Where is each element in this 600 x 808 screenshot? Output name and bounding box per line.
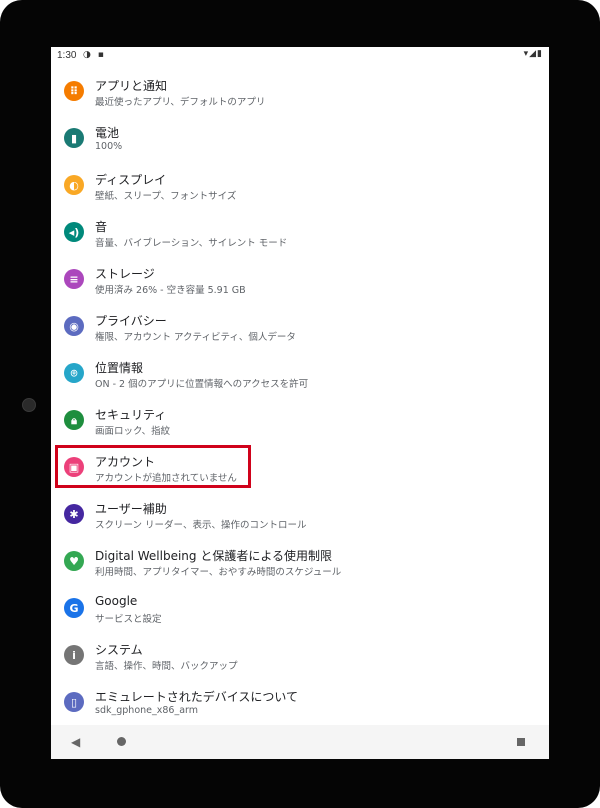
settings-item[interactable]: G Google サービスと設定 xyxy=(51,588,549,635)
tablet-frame: 1:30 ◑ ▪ ▾◢▮ ⠿ アプリと通知最近使ったアプリ、デフォルトのアプリ ▮ 電… xyxy=(0,0,600,808)
settings-item-title: Digital Wellbeing と保護者による使用制限 xyxy=(95,549,332,563)
settings-item-title: システム xyxy=(95,643,143,657)
device-icon: ▯ xyxy=(64,692,84,712)
volume-icon: ◂) xyxy=(64,222,84,242)
status-bar: 1:30 ◑ ▪ ▾◢▮ xyxy=(51,47,549,65)
settings-item-subtitle: スクリーン リーダー、表示、操作のコントロール xyxy=(95,520,307,531)
recents-button[interactable] xyxy=(517,738,525,746)
wellbeing-icon: ♥ xyxy=(64,551,84,571)
navigation-bar: ◀ xyxy=(51,725,549,759)
settings-item[interactable]: ≡ ストレージ使用済み 26% - 空き容量 5.91 GB xyxy=(51,259,549,306)
notification-icons: ◑ ▪ xyxy=(83,50,106,60)
settings-item[interactable]: 🔒︎ セキュリティ 画面ロック、指紋 xyxy=(51,400,549,447)
settings-item-title: エミュレートされたデバイスについて xyxy=(95,690,299,704)
settings-item[interactable]: ◂) 音音量、バイブレーション、サイレント モード xyxy=(51,212,549,259)
settings-item-subtitle: 使用済み 26% - 空き容量 5.91 GB xyxy=(95,285,246,296)
battery-icon: ▮ xyxy=(64,128,84,148)
brightness-icon: ◐ xyxy=(64,175,84,195)
storage-icon: ≡ xyxy=(64,269,84,289)
settings-item-subtitle: 利用時間、アプリタイマー、おやすみ時間のスケジュール xyxy=(95,567,342,578)
signal-battery-icon: ▾◢▮ xyxy=(523,49,543,59)
lock-icon: 🔒︎ xyxy=(64,410,84,430)
settings-item[interactable]: ✱ ユーザー補助スクリーン リーダー、表示、操作のコントロール xyxy=(51,494,549,541)
settings-item-title: ユーザー補助 xyxy=(95,502,167,516)
settings-item-subtitle: sdk_gphone_x86_arm xyxy=(95,705,199,716)
settings-list: ⠿ アプリと通知最近使ったアプリ、デフォルトのアプリ ▮ 電池 100% ◐ ディスプレイ壁… xyxy=(51,71,549,729)
settings-item-title: 音 xyxy=(95,220,108,234)
settings-item[interactable]: ▮ 電池 100% xyxy=(51,118,549,165)
settings-item[interactable]: ◉ プライバシー権限、アカウント アクティビティ、個人データ xyxy=(51,306,549,353)
settings-item-title: プライバシー xyxy=(95,314,167,328)
settings-item-subtitle: アカウントが追加されていません xyxy=(95,473,237,484)
settings-item-title: アカウント xyxy=(95,455,156,469)
settings-item[interactable]: ⠿ アプリと通知最近使ったアプリ、デフォルトのアプリ xyxy=(51,71,549,118)
google-icon: G xyxy=(64,598,84,618)
settings-item-title: ストレージ xyxy=(95,267,155,281)
settings-item-subtitle: 画面ロック、指紋 xyxy=(95,426,171,437)
settings-item[interactable]: ◐ ディスプレイ壁紙、スリープ、フォントサイズ xyxy=(51,165,549,212)
settings-item-subtitle: 壁紙、スリープ、フォントサイズ xyxy=(95,191,237,202)
settings-item[interactable]: ▣ アカウントアカウントが追加されていません xyxy=(51,447,549,494)
settings-item[interactable]: ⌾ 位置情報 ON - 2 個のアプリに位置情報へのアクセスを許可 xyxy=(51,353,549,400)
settings-item-title: 電池 xyxy=(95,126,120,140)
settings-item[interactable]: ▯ エミュレートされたデバイスについて sdk_gphone_x86_arm xyxy=(51,682,549,729)
settings-item[interactable]: i システム言語、操作、時間、バックアップ xyxy=(51,635,549,682)
settings-item-subtitle: 最近使ったアプリ、デフォルトのアプリ xyxy=(95,97,266,108)
settings-item-title: セキュリティ xyxy=(95,408,167,422)
settings-item-title: Google xyxy=(95,594,138,608)
back-button[interactable]: ◀ xyxy=(71,735,80,749)
settings-item[interactable]: ♥ Digital Wellbeing と保護者による使用制限 利用時間、アプリタイ… xyxy=(51,541,549,588)
home-button[interactable] xyxy=(117,737,126,746)
apps-grid-icon: ⠿ xyxy=(64,81,84,101)
accessibility-icon: ✱ xyxy=(64,504,84,524)
settings-item-subtitle: 権限、アカウント アクティビティ、個人データ xyxy=(95,332,296,343)
info-icon: i xyxy=(64,645,84,665)
settings-item-subtitle: サービスと設定 xyxy=(95,614,162,625)
settings-item-subtitle: 音量、バイブレーション、サイレント モード xyxy=(95,238,288,249)
settings-item-title: ディスプレイ xyxy=(95,173,167,187)
screen: 1:30 ◑ ▪ ▾◢▮ ⠿ アプリと通知最近使ったアプリ、デフォルトのアプリ ▮ 電… xyxy=(51,47,549,759)
settings-item-title: アプリと通知 xyxy=(95,79,168,93)
privacy-eye-icon: ◉ xyxy=(64,316,84,336)
settings-item-subtitle: 100% xyxy=(95,141,123,152)
location-pin-icon: ⌾ xyxy=(64,363,84,383)
front-camera xyxy=(22,398,36,412)
account-icon: ▣ xyxy=(64,457,84,477)
status-time: 1:30 xyxy=(57,50,77,61)
settings-item-title: 位置情報 xyxy=(95,361,144,375)
settings-item-subtitle: 言語、操作、時間、バックアップ xyxy=(95,661,238,672)
settings-item-subtitle: ON - 2 個のアプリに位置情報へのアクセスを許可 xyxy=(95,379,309,390)
